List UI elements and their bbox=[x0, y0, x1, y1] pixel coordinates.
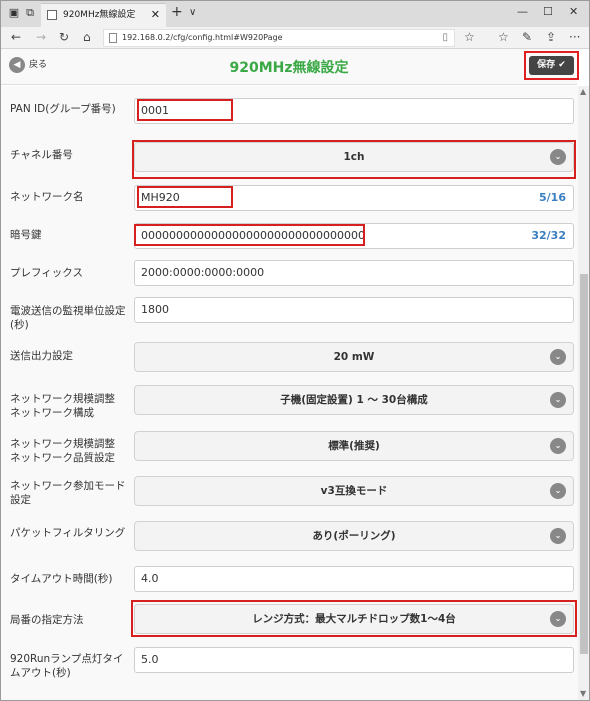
field-label: ネットワーク参加モード設定 bbox=[10, 480, 126, 506]
scroll-thumb[interactable] bbox=[580, 274, 588, 654]
tab-actions-icon[interactable]: ▣ bbox=[7, 6, 21, 20]
favorite-star-icon[interactable]: ☆ bbox=[464, 30, 475, 44]
minimize-icon[interactable]: — bbox=[517, 5, 528, 18]
highlight-box bbox=[134, 224, 365, 246]
chevron-down-icon: ⌄ bbox=[550, 349, 566, 365]
field-label: 暗号鍵 bbox=[10, 229, 42, 241]
select-dropdown[interactable]: 標準(推奨) ⌄ bbox=[134, 431, 574, 461]
tab-aside-icon[interactable]: ⧉ bbox=[23, 6, 37, 20]
field-label: 920Runランプ点灯タイムアウト(秒) bbox=[10, 653, 124, 679]
maximize-icon[interactable]: ☐ bbox=[543, 5, 553, 18]
field-label: 電波送信の監視単位設定(秒) bbox=[10, 305, 126, 331]
highlight-box bbox=[137, 186, 233, 208]
scroll-up-icon[interactable]: ▲ bbox=[580, 87, 586, 96]
field-label: タイムアウト時間(秒) bbox=[10, 573, 113, 585]
more-icon[interactable]: ··· bbox=[569, 30, 580, 44]
page-info-icon[interactable] bbox=[109, 33, 117, 43]
back-arrow-icon[interactable]: ← bbox=[11, 30, 21, 44]
input-value: 2000:0000:0000:0000 bbox=[141, 266, 265, 279]
new-tab-icon[interactable]: + bbox=[171, 4, 183, 20]
page-title: 920MHz無線設定 bbox=[229, 60, 349, 76]
home-icon[interactable]: ⌂ bbox=[83, 30, 91, 44]
text-input[interactable]: 5.0 bbox=[134, 647, 574, 673]
select-dropdown[interactable]: 子機(固定設置) 1 ～ 30台構成 ⌄ bbox=[134, 385, 574, 415]
page-icon bbox=[47, 10, 57, 20]
favorites-list-icon[interactable]: ☆ bbox=[498, 30, 509, 44]
settings-form: PAN ID(グループ番号) 0001 チャネル番号 1ch ⌄ ネットワーク名 MH920… bbox=[1, 86, 578, 700]
url-field[interactable]: 192.168.0.2/cfg/config.html#W920Page ▯ bbox=[103, 29, 455, 47]
browser-window: ▣ ⧉ 920MHz無線設定 ✕ + ∨ — ☐ ✕ ← → ↻ ⌂ 192.1… bbox=[0, 0, 590, 701]
select-value: v3互換モード bbox=[320, 485, 388, 497]
field-label: ネットワーク名 bbox=[10, 191, 84, 203]
text-input[interactable]: 4.0 bbox=[134, 566, 574, 592]
char-counter: 32/32 bbox=[531, 229, 566, 242]
select-dropdown[interactable]: 20 mW ⌄ bbox=[134, 342, 574, 372]
highlight-box bbox=[131, 600, 577, 637]
forward-arrow-icon[interactable]: → bbox=[36, 30, 46, 44]
chevron-down-icon: ⌄ bbox=[550, 483, 566, 499]
browser-tab[interactable]: 920MHz無線設定 ✕ bbox=[41, 3, 166, 27]
select-value: 20 mW bbox=[333, 351, 375, 363]
field-label: パケットフィルタリング bbox=[10, 527, 126, 539]
text-input[interactable]: 1800 bbox=[134, 297, 574, 323]
save-button[interactable]: 保存 ✔ bbox=[529, 56, 574, 75]
scrollbar[interactable]: ▲ ▼ bbox=[578, 86, 589, 700]
chevron-down-icon[interactable]: ∨ bbox=[189, 7, 196, 18]
field-label: ネットワーク規模調整 ネットワーク構成 bbox=[10, 393, 115, 419]
share-icon[interactable]: ⇪ bbox=[546, 30, 556, 44]
select-value: あり(ポーリング) bbox=[312, 530, 396, 542]
address-bar: ← → ↻ ⌂ 192.168.0.2/cfg/config.html#W920… bbox=[1, 27, 589, 49]
input-value: 4.0 bbox=[141, 572, 159, 585]
chevron-down-icon: ⌄ bbox=[550, 438, 566, 454]
highlight-box bbox=[137, 99, 233, 121]
input-value: 5.0 bbox=[141, 653, 159, 666]
field-label: チャネル番号 bbox=[10, 149, 73, 161]
select-dropdown[interactable]: あり(ポーリング) ⌄ bbox=[134, 521, 574, 551]
save-highlight: 保存 ✔ bbox=[524, 51, 579, 80]
field-label: 送信出力設定 bbox=[10, 350, 73, 362]
reading-view-icon[interactable]: ▯ bbox=[442, 30, 448, 46]
close-tab-icon[interactable]: ✕ bbox=[151, 4, 160, 26]
input-value: 1800 bbox=[141, 303, 169, 316]
url-text: 192.168.0.2/cfg/config.html#W920Page bbox=[122, 33, 283, 42]
text-input[interactable]: 2000:0000:0000:0000 bbox=[134, 260, 574, 286]
tab-title: 920MHz無線設定 bbox=[63, 10, 136, 20]
app-header: ◀ 戻る 920MHz無線設定 bbox=[1, 49, 577, 85]
field-label: PAN ID(グループ番号) bbox=[10, 103, 116, 115]
chevron-down-icon: ⌄ bbox=[550, 392, 566, 408]
field-label: ネットワーク規模調整 ネットワーク品質設定 bbox=[10, 438, 115, 464]
char-counter: 5/16 bbox=[539, 191, 566, 204]
select-dropdown[interactable]: v3互換モード ⌄ bbox=[134, 476, 574, 506]
select-value: 標準(推奨) bbox=[328, 440, 380, 452]
close-window-icon[interactable]: ✕ bbox=[569, 5, 578, 18]
select-value: 子機(固定設置) 1 ～ 30台構成 bbox=[280, 394, 428, 406]
field-label: 局番の指定方法 bbox=[10, 614, 84, 626]
highlight-box bbox=[132, 140, 576, 179]
refresh-icon[interactable]: ↻ bbox=[59, 30, 69, 44]
tab-bar: ▣ ⧉ 920MHz無線設定 ✕ + ∨ — ☐ ✕ bbox=[1, 1, 589, 27]
scroll-down-icon[interactable]: ▼ bbox=[580, 689, 586, 698]
chevron-down-icon: ⌄ bbox=[550, 528, 566, 544]
pen-icon[interactable]: ✎ bbox=[522, 30, 532, 44]
field-label: プレフィックス bbox=[10, 267, 83, 279]
